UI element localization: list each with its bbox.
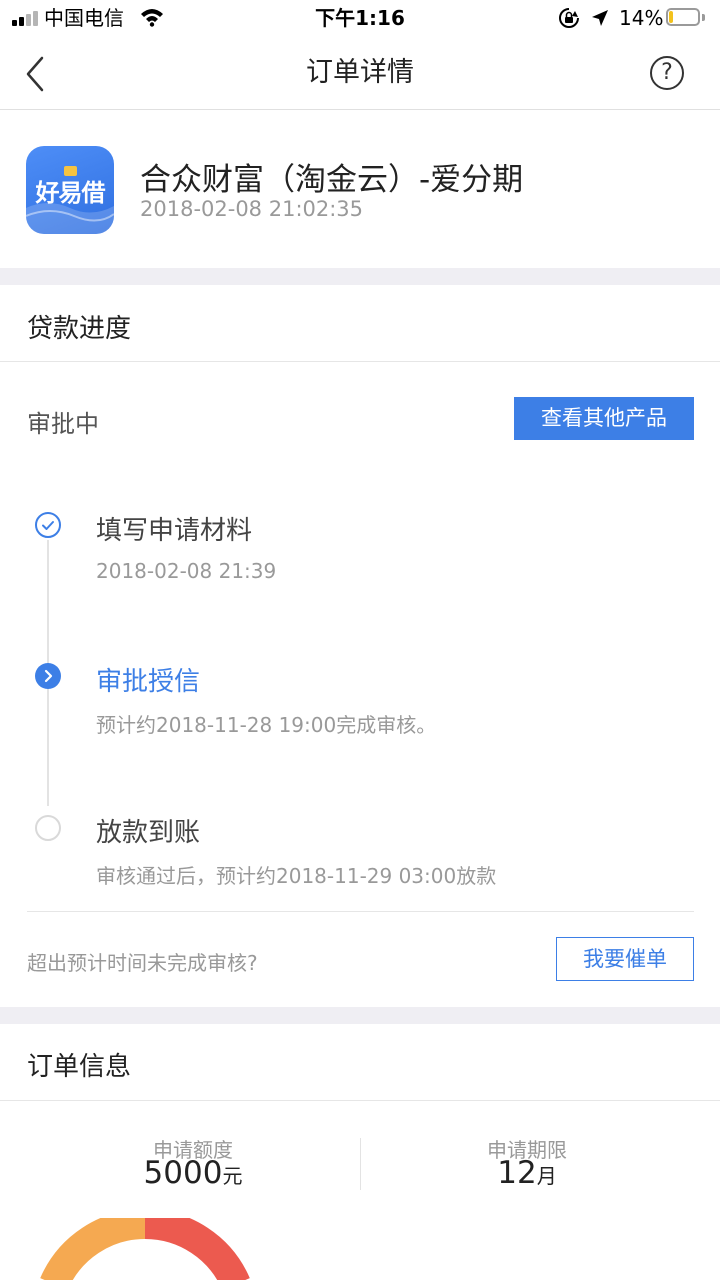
donut-segment-orange xyxy=(40,1218,146,1280)
check-circle-icon xyxy=(35,512,61,538)
step-title: 放款到账 xyxy=(96,818,201,848)
section-gap xyxy=(0,268,720,285)
clock: 下午1:16 xyxy=(315,6,405,30)
step-desc: 2018-02-08 21:39 xyxy=(96,559,277,583)
page-title: 订单详情 xyxy=(306,57,414,88)
info-separator xyxy=(360,1138,361,1190)
donut-segment-red xyxy=(144,1218,250,1280)
progress-section-title: 贷款进度 xyxy=(27,314,132,344)
step-desc: 审核通过后，预计约2018-11-29 03:00放款 xyxy=(96,864,497,888)
urge-order-button[interactable]: 我要催单 xyxy=(556,937,694,981)
order-created-time: 2018-02-08 21:02:35 xyxy=(140,197,364,221)
urge-question: 超出预计时间未完成审核? xyxy=(27,951,258,975)
product-name: 合众财富（淘金云）-爱分期 xyxy=(140,162,524,198)
product-logo: 好易借 xyxy=(26,146,114,234)
status-bar: 中国电信 下午1:16 14% xyxy=(0,0,720,36)
orientation-lock-icon xyxy=(558,7,580,33)
step-title: 填写申请材料 xyxy=(96,516,253,546)
term-value: 12月 xyxy=(497,1155,557,1191)
location-arrow-icon xyxy=(590,8,610,32)
battery-percent: 14% xyxy=(619,6,664,30)
amount-value: 5000元 xyxy=(143,1155,243,1191)
product-logo-text: 好易借 xyxy=(35,179,106,207)
divider xyxy=(0,1100,720,1101)
section-gap xyxy=(0,1007,720,1024)
repayment-donut-chart xyxy=(40,1218,250,1280)
help-button[interactable]: ? xyxy=(650,56,684,90)
order-section-title: 订单信息 xyxy=(27,1052,132,1082)
divider xyxy=(0,361,720,362)
divider xyxy=(27,911,694,912)
step-desc: 预计约2018-11-28 19:00完成审核。 xyxy=(96,713,437,737)
view-other-products-button[interactable]: 查看其他产品 xyxy=(514,397,694,440)
step-title-current: 审批授信 xyxy=(96,667,201,697)
battery-icon xyxy=(666,8,706,28)
approval-status: 审批中 xyxy=(27,410,99,438)
empty-circle-icon xyxy=(35,815,61,841)
chevron-circle-icon xyxy=(35,663,61,689)
